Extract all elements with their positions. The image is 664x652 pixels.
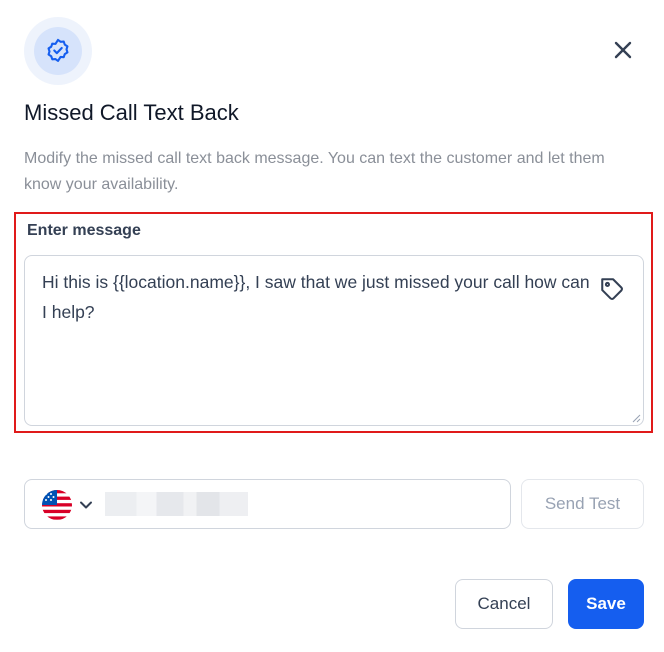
dialog-title: Missed Call Text Back bbox=[24, 100, 239, 125]
message-field-label: Enter message bbox=[27, 222, 141, 239]
close-button[interactable] bbox=[606, 33, 640, 67]
chevron-down-icon[interactable] bbox=[79, 498, 93, 512]
save-button[interactable]: Save bbox=[568, 579, 644, 629]
message-textarea[interactable]: Hi this is {{location.name}}, I saw that… bbox=[24, 255, 644, 426]
phone-number-field[interactable] bbox=[24, 479, 511, 529]
cancel-button[interactable]: Cancel bbox=[455, 579, 553, 629]
country-selector[interactable] bbox=[41, 489, 93, 521]
status-badge bbox=[24, 17, 92, 85]
resize-handle[interactable] bbox=[631, 413, 641, 423]
send-test-button[interactable]: Send Test bbox=[521, 479, 644, 529]
dialog-description: Modify the missed call text back message… bbox=[24, 150, 605, 193]
us-flag-icon[interactable] bbox=[41, 489, 73, 521]
badge-inner bbox=[34, 27, 82, 75]
message-text[interactable]: Hi this is {{location.name}}, I saw that… bbox=[42, 267, 597, 327]
phone-number-redacted[interactable] bbox=[105, 492, 248, 516]
close-icon[interactable] bbox=[613, 40, 633, 60]
badge-check-icon bbox=[47, 38, 69, 62]
tag-icon[interactable] bbox=[599, 276, 625, 302]
